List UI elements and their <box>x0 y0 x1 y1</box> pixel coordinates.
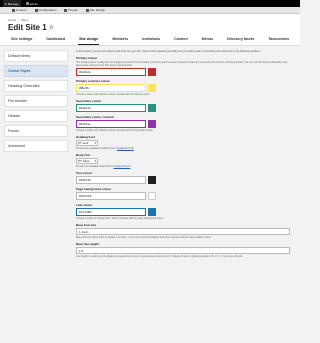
heading-font-value: PT serif <box>78 141 89 145</box>
page-title: Edit Site 1 <box>8 23 47 32</box>
sidenav-item-default-items[interactable]: Default items <box>4 50 68 62</box>
intro-text: In this section you can set colours and … <box>76 50 262 53</box>
secondary-contrast-input[interactable]: #9131ac <box>76 120 146 128</box>
text-colour-swatch[interactable] <box>148 176 156 184</box>
heading-font-hint: Preview the available heading fonts in G… <box>76 147 134 150</box>
body-font-select[interactable]: PT Sans ▾ <box>76 158 98 164</box>
sidenav-item-advanced[interactable]: Advanced <box>4 140 68 152</box>
page-bg-swatch[interactable] <box>148 192 156 200</box>
secondary-contrast-swatch[interactable] <box>148 120 156 128</box>
admin-toolbar: ≡ Manage admin <box>0 0 300 7</box>
text-colour-label: Text colour <box>76 171 92 175</box>
secondary-colour-input[interactable]: #2a917a <box>76 104 146 112</box>
sidenav-item-footer[interactable]: Footer <box>4 125 68 137</box>
tab-menus[interactable]: Menus <box>201 35 214 45</box>
page-header: Home › Site 1 Edit Site 1 ☆ Site setting… <box>0 14 300 46</box>
admin-subbar: Content Configuration People Site Design <box>0 7 300 14</box>
body-font-field: Body font PT Sans ▾ Preview the availabl… <box>76 153 290 168</box>
primary-colour-field: Primary colour The Primary colour usuall… <box>76 56 290 76</box>
base-line-height-label: Base line height <box>76 242 100 246</box>
toolbar-item-configuration[interactable]: Configuration <box>34 8 56 12</box>
secondary-colour-field: Secondary colour #2a917a <box>76 99 290 112</box>
base-line-height-input[interactable]: 1.5 <box>76 247 290 254</box>
primary-contrast-desc: Choose a colour with sufficient colour c… <box>76 93 151 96</box>
vertical-tabs: Default items Global Styles Heading Over… <box>4 50 68 261</box>
toolbar-item-site-design[interactable]: Site Design <box>85 8 105 12</box>
secondary-contrast-field: Secondary colour contrast #9131ac Choose… <box>76 115 290 132</box>
body-font-hint: Preview the available body fonts in Goog… <box>76 165 131 168</box>
base-font-size-field: Base font size 1.1rem Base font size wil… <box>76 223 290 239</box>
page-bg-label: Page background colour <box>76 187 112 191</box>
primary-contrast-swatch[interactable] <box>148 84 156 92</box>
primary-colour-desc: The Primary colour usually sets the back… <box>76 61 288 67</box>
base-font-size-input[interactable]: 1.1rem <box>76 228 290 235</box>
heading-font-field: Heading Font PT serif ▾ Preview the avai… <box>76 135 290 150</box>
design-icon <box>85 8 89 12</box>
breadcrumb-separator: › <box>18 18 20 22</box>
primary-tabs: Site settings Dashboard Site design Memb… <box>8 35 292 45</box>
base-line-height-hint: Line height is used to set the distance … <box>76 255 243 258</box>
secondary-contrast-label: Secondary colour contrast <box>76 115 115 119</box>
tab-content[interactable]: Content <box>173 35 189 45</box>
tab-dashboard[interactable]: Dashboard <box>45 35 66 45</box>
link-colour-label: Link colour <box>76 203 93 207</box>
menu-icon: ≡ <box>5 1 7 6</box>
user-label: admin <box>29 1 38 6</box>
tab-site-settings[interactable]: Site settings <box>10 35 33 45</box>
breadcrumb-current[interactable]: Site 1 <box>21 18 29 22</box>
tab-directory-facets[interactable]: Directory facets <box>226 35 255 45</box>
link-colour-field: Link colour #1C73B0 Choose a colour to i… <box>76 203 290 220</box>
google-fonts-link[interactable]: Google Font Lib <box>113 165 130 168</box>
tab-site-design[interactable]: Site design <box>78 35 100 45</box>
wrench-icon <box>34 8 38 12</box>
secondary-contrast-desc: Choose a colour with sufficient colour c… <box>76 129 154 132</box>
sidenav-item-pre-header[interactable]: Pre-header <box>4 95 68 107</box>
toolbar-item-people[interactable]: People <box>64 8 78 12</box>
tab-invitations[interactable]: Invitations <box>141 35 161 45</box>
page-bg-input[interactable]: #FFFFFF <box>76 192 146 200</box>
content-icon <box>12 8 15 12</box>
page-title-row: Edit Site 1 ☆ <box>8 23 292 32</box>
link-colour-hint: Choose a colour to indicate links, which… <box>76 217 164 220</box>
manage-label: Manage <box>7 1 19 6</box>
people-icon <box>64 8 68 12</box>
base-font-size-label: Base font size <box>76 223 97 227</box>
sidenav-item-heading-overrides[interactable]: Heading Overrides <box>4 80 68 92</box>
user-icon <box>25 2 29 5</box>
link-colour-swatch[interactable] <box>148 208 156 216</box>
breadcrumb: Home › Site 1 <box>8 18 292 22</box>
user-menu[interactable]: admin <box>24 0 40 7</box>
secondary-colour-label: Secondary colour <box>76 99 102 103</box>
heading-font-select[interactable]: PT serif ▾ <box>76 140 98 146</box>
primary-colour-label: Primary colour <box>76 56 98 60</box>
page-content: Default items Global Styles Heading Over… <box>0 46 300 261</box>
primary-contrast-label: Primary contrast colour <box>76 79 110 83</box>
tab-taxonomies[interactable]: Taxonomies <box>267 35 290 45</box>
sidenav-item-global-styles[interactable]: Global Styles <box>4 65 68 77</box>
page-bg-field: Page background colour #FFFFFF <box>76 187 290 200</box>
chevron-down-icon: ▾ <box>94 141 96 145</box>
primary-colour-input[interactable]: #bd2c2a <box>76 68 146 76</box>
heading-font-label: Heading Font <box>76 135 96 139</box>
tab-members[interactable]: Members <box>111 35 129 45</box>
link-colour-input[interactable]: #1C73B0 <box>76 208 146 216</box>
text-colour-field: Text colour #231F1F <box>76 171 290 184</box>
sidenav-item-header[interactable]: Header <box>4 110 68 122</box>
body-font-label: Body font <box>76 153 90 157</box>
global-styles-panel: In this section you can set colours and … <box>76 50 300 261</box>
star-icon[interactable]: ☆ <box>49 24 54 31</box>
body-font-value: PT Sans <box>78 159 90 163</box>
base-line-height-field: Base line height 1.5 Line height is used… <box>76 242 290 258</box>
manage-menu[interactable]: ≡ Manage <box>3 0 21 7</box>
chevron-down-icon: ▾ <box>94 159 96 163</box>
secondary-colour-swatch[interactable] <box>148 104 156 112</box>
primary-colour-swatch[interactable] <box>148 68 156 76</box>
primary-contrast-field: Primary contrast colour #f8e45c Choose a… <box>76 79 290 96</box>
toolbar-item-content[interactable]: Content <box>12 8 27 12</box>
base-font-size-hint: Base font size will be 16px by default. … <box>76 236 212 239</box>
google-fonts-link[interactable]: Google Font Lib <box>117 147 134 150</box>
primary-contrast-input[interactable]: #f8e45c <box>76 84 146 92</box>
breadcrumb-home[interactable]: Home <box>8 18 16 22</box>
text-colour-input[interactable]: #231F1F <box>76 176 146 184</box>
